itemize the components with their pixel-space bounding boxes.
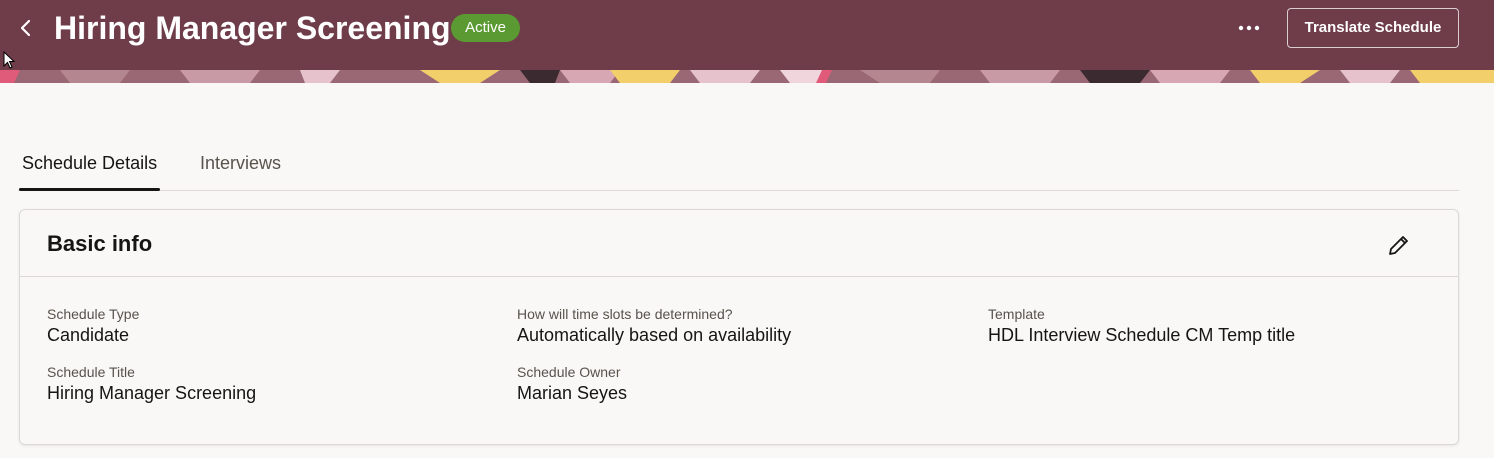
card-title: Basic info — [47, 231, 153, 256]
schedule-type-value: Candidate — [47, 325, 130, 345]
tab-interviews[interactable]: Interviews — [200, 140, 281, 190]
field-time-slots: How will time slots be determined? Autom… — [517, 306, 791, 346]
schedule-owner-label: Schedule Owner — [517, 364, 621, 380]
page-header: Hiring Manager Screening Active Translat… — [0, 0, 1494, 70]
time-slots-label: How will time slots be determined? — [517, 306, 733, 322]
header-banner-pattern — [0, 70, 1494, 83]
chevron-left-icon — [20, 19, 31, 37]
page-title: Hiring Manager Screening — [54, 10, 451, 46]
status-badge: Active — [451, 14, 520, 42]
basic-info-card: Basic info Schedule Type Candidate How w… — [19, 209, 1459, 445]
card-header: Basic info — [20, 210, 1458, 277]
field-schedule-owner: Schedule Owner Marian Seyes — [517, 364, 627, 404]
mouse-cursor-icon — [3, 51, 16, 69]
tab-bar: Schedule Details Interviews — [18, 140, 1459, 191]
more-actions-button[interactable] — [1230, 12, 1268, 44]
schedule-type-label: Schedule Type — [47, 306, 140, 322]
tab-schedule-details[interactable]: Schedule Details — [18, 140, 161, 191]
template-value: HDL Interview Schedule CM Temp title — [988, 325, 1296, 345]
time-slots-value: Automatically based on availability — [517, 325, 792, 345]
translate-schedule-button[interactable]: Translate Schedule — [1287, 8, 1459, 48]
template-label: Template — [988, 306, 1045, 322]
edit-button[interactable] — [1384, 230, 1414, 260]
back-button[interactable] — [10, 12, 42, 44]
schedule-title-label: Schedule Title — [47, 364, 135, 380]
schedule-title-value: Hiring Manager Screening — [47, 383, 257, 403]
field-template: Template HDL Interview Schedule CM Temp … — [988, 306, 1295, 346]
pencil-icon — [1389, 236, 1408, 255]
schedule-owner-value: Marian Seyes — [517, 383, 628, 403]
field-schedule-type: Schedule Type Candidate — [47, 306, 139, 346]
field-schedule-title: Schedule Title Hiring Manager Screening — [47, 364, 256, 404]
more-icon — [1238, 25, 1260, 31]
